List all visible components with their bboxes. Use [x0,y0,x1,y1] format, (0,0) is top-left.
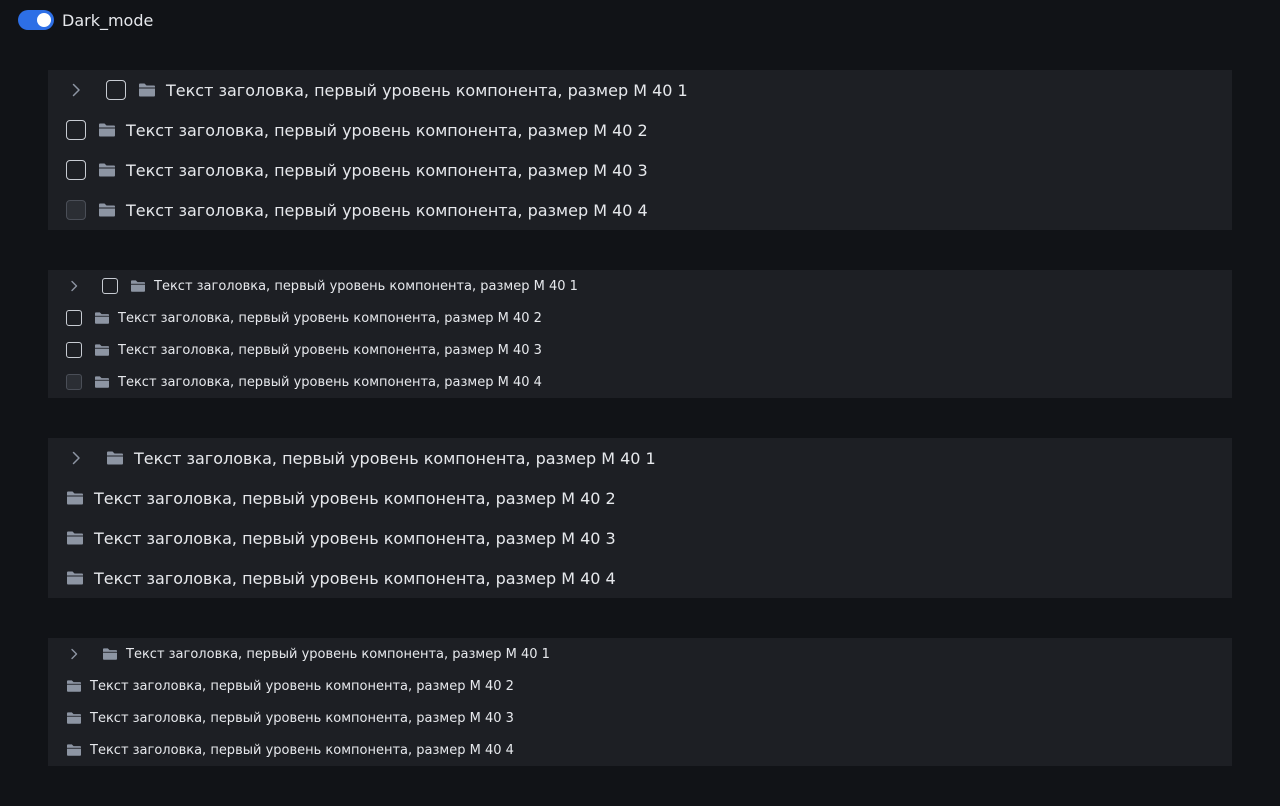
item-label: Текст заголовка, первый уровень компонен… [94,488,616,508]
item-label: Текст заголовка, первый уровень компонен… [118,310,542,326]
tree-panel-m: Текст заголовка, первый уровень компонен… [48,438,1232,598]
item-checkbox[interactable] [66,310,82,326]
folder-icon [94,343,110,357]
tree-item[interactable]: Текст заголовка, первый уровень компонен… [48,478,1232,518]
chevron-right-icon[interactable] [66,278,82,294]
folder-icon [102,647,118,661]
dark-mode-label: Dark_mode [62,10,154,30]
folder-icon [106,450,124,466]
folder-icon [138,82,156,98]
switch-knob [37,13,51,27]
item-checkbox[interactable] [66,342,82,358]
item-checkbox[interactable] [66,160,86,180]
folder-icon [66,530,84,546]
item-label: Текст заголовка, первый уровень компонен… [126,200,648,220]
item-label: Текст заголовка, первый уровень компонен… [166,80,688,100]
tree-item[interactable]: Текст заголовка, первый уровень компонен… [48,670,1232,702]
item-checkbox[interactable] [66,120,86,140]
item-checkbox-disabled [66,374,82,390]
tree-item[interactable]: Текст заголовка, первый уровень компонен… [48,334,1232,366]
item-checkbox[interactable] [102,278,118,294]
chevron-right-icon[interactable] [66,80,86,100]
item-label: Текст заголовка, первый уровень компонен… [118,342,542,358]
folder-icon [66,490,84,506]
tree-panel-s-checkbox: Текст заголовка, первый уровень компонен… [48,270,1232,398]
tree-item[interactable]: Текст заголовка, первый уровень компонен… [48,366,1232,398]
tree-item[interactable]: Текст заголовка, первый уровень компонен… [48,110,1232,150]
item-checkbox[interactable] [106,80,126,100]
tree-item[interactable]: Текст заголовка, первый уровень компонен… [48,270,1232,302]
folder-icon [94,375,110,389]
chevron-right-icon[interactable] [66,646,82,662]
item-label: Текст заголовка, первый уровень компонен… [154,278,578,294]
tree-item[interactable]: Текст заголовка, первый уровень компонен… [48,518,1232,558]
folder-icon [98,202,116,218]
item-label: Текст заголовка, первый уровень компонен… [90,742,514,758]
tree-item[interactable]: Текст заголовка, первый уровень компонен… [48,150,1232,190]
item-label: Текст заголовка, первый уровень компонен… [126,160,648,180]
folder-icon [98,162,116,178]
item-label: Текст заголовка, первый уровень компонен… [90,710,514,726]
tree-item[interactable]: Текст заголовка, первый уровень компонен… [48,438,1232,478]
tree-item[interactable]: Текст заголовка, первый уровень компонен… [48,638,1232,670]
folder-icon [66,711,82,725]
tree-item[interactable]: Текст заголовка, первый уровень компонен… [48,734,1232,766]
dark-mode-switch[interactable] [18,10,54,30]
chevron-right-icon[interactable] [66,448,86,468]
folder-icon [66,679,82,693]
folder-icon [98,122,116,138]
item-label: Текст заголовка, первый уровень компонен… [126,646,550,662]
item-label: Текст заголовка, первый уровень компонен… [126,120,648,140]
dark-mode-toggle-group: Dark_mode [18,8,153,32]
tree-item[interactable]: Текст заголовка, первый уровень компонен… [48,702,1232,734]
folder-icon [66,743,82,757]
item-checkbox-disabled [66,200,86,220]
tree-item[interactable]: Текст заголовка, первый уровень компонен… [48,558,1232,598]
folder-icon [130,279,146,293]
item-label: Текст заголовка, первый уровень компонен… [94,568,616,588]
folder-icon [66,570,84,586]
item-label: Текст заголовка, первый уровень компонен… [90,678,514,694]
tree-item[interactable]: Текст заголовка, первый уровень компонен… [48,70,1232,110]
item-label: Текст заголовка, первый уровень компонен… [94,528,616,548]
tree-item[interactable]: Текст заголовка, первый уровень компонен… [48,302,1232,334]
tree-item[interactable]: Текст заголовка, первый уровень компонен… [48,190,1232,230]
folder-icon [94,311,110,325]
tree-panel-s: Текст заголовка, первый уровень компонен… [48,638,1232,766]
tree-panel-m-checkbox: Текст заголовка, первый уровень компонен… [48,70,1232,230]
item-label: Текст заголовка, первый уровень компонен… [118,374,542,390]
item-label: Текст заголовка, первый уровень компонен… [134,448,656,468]
